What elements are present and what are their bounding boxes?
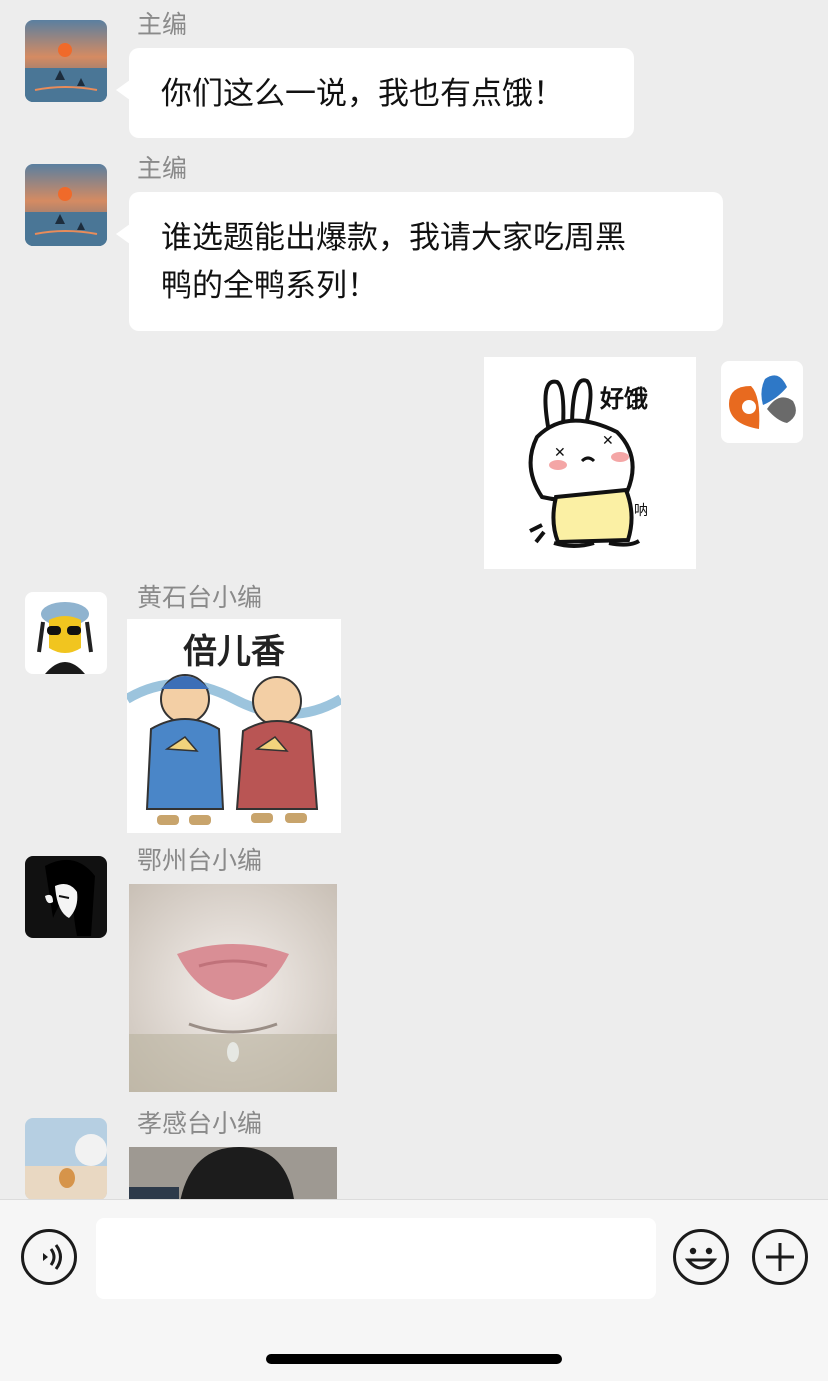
avatar-xiaogan-editor[interactable] xyxy=(25,1118,107,1199)
avatar-huangshi-editor[interactable] xyxy=(25,592,107,674)
avatar-ezhou-editor[interactable] xyxy=(25,856,107,938)
sticker-small-caption: 呐 xyxy=(634,502,648,519)
avatar-chief-editor[interactable] xyxy=(25,164,107,246)
sticker-caption: 好饿 xyxy=(599,385,648,413)
message-text-line: 鸭的全鸭系列！ xyxy=(161,268,378,304)
message-bubble[interactable]: 你们这么一说，我也有点饿！ xyxy=(116,48,634,138)
message-bubble[interactable]: 谁选题能出爆款，我请大家吃周黑 鸭的全鸭系列！ xyxy=(116,192,723,331)
sender-name: 主编 xyxy=(137,154,188,183)
voice-button[interactable] xyxy=(21,1229,77,1285)
sticker-beir-xiang[interactable]: 倍儿香 xyxy=(127,619,341,833)
emoji-icon xyxy=(684,1247,718,1270)
avatar-chief-editor[interactable] xyxy=(25,20,107,102)
message-text-line: 谁选题能出爆款，我请大家吃周黑 xyxy=(161,220,626,256)
svg-text:✕: ✕ xyxy=(602,433,614,449)
avatar-self-logo[interactable] xyxy=(721,361,803,443)
photo-cat-nose[interactable] xyxy=(129,884,337,1092)
more-button[interactable] xyxy=(752,1229,808,1285)
svg-text:✕: ✕ xyxy=(554,445,566,461)
sender-name: 黄石台小编 xyxy=(137,583,263,612)
home-indicator[interactable] xyxy=(266,1354,562,1364)
sender-name: 孝感台小编 xyxy=(137,1109,263,1138)
photo-person[interactable] xyxy=(129,1147,337,1199)
emoji-button[interactable] xyxy=(673,1229,729,1285)
sticker-hungry-rabbit[interactable]: ✕ ✕ 好饿 呐 xyxy=(484,357,696,569)
message-text: 你们这么一说，我也有点饿！ xyxy=(161,76,564,112)
sender-name: 鄂州台小编 xyxy=(137,846,263,875)
sticker-caption: 倍儿香 xyxy=(183,632,285,672)
chat-area[interactable]: 主编 你们这么一说，我也有点饿！ 主编 谁选题能出爆款，我请大家吃周黑 鸭的全鸭… xyxy=(0,0,828,1199)
message-input[interactable] xyxy=(96,1218,656,1299)
plus-icon xyxy=(766,1243,794,1271)
voice-icon xyxy=(43,1244,62,1270)
input-toolbar xyxy=(0,1199,828,1381)
sender-name: 主编 xyxy=(137,10,188,39)
